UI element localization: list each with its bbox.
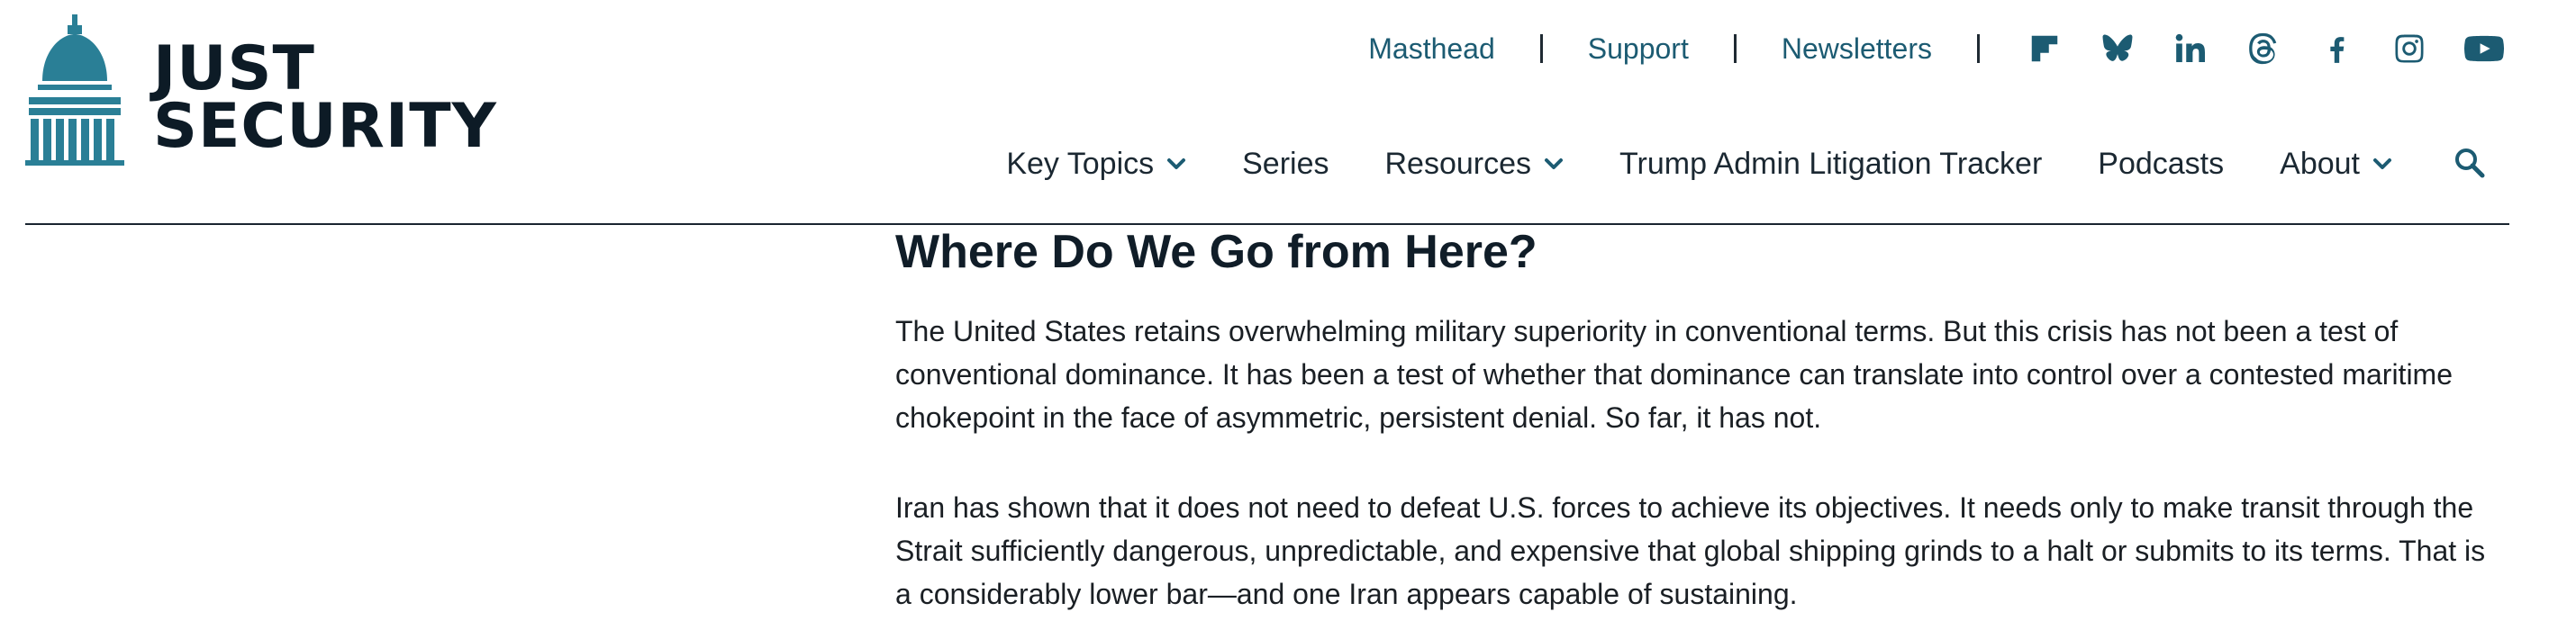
paragraph: The United States retains overwhelming m… [895, 315, 2453, 434]
logo-line-1: JUST [153, 33, 315, 104]
divider [1733, 34, 1737, 63]
search-button[interactable] [2452, 146, 2488, 182]
chevron-down-icon [2373, 158, 2391, 169]
bluesky-icon[interactable] [2098, 29, 2137, 68]
nav-litigation-tracker-label: Trump Admin Litigation Tracker [1619, 146, 2043, 181]
nav-series-label: Series [1242, 146, 1329, 181]
search-icon [2455, 148, 2485, 178]
social-links [2025, 29, 2506, 68]
paragraph: Iran has shown that it does not need to … [895, 491, 2486, 610]
nav-resources-label: Resources [1384, 146, 1532, 181]
main-nav: Key Topics Series Resources Trump Admin … [1006, 137, 2488, 191]
support-link[interactable]: Support [1588, 32, 1689, 66]
nav-series[interactable]: Series [1242, 147, 1329, 182]
section-heading: Where Do We Go from Here? [895, 226, 1537, 278]
logo-wordmark: JUST SECURITY [153, 33, 497, 162]
nav-key-topics[interactable]: Key Topics [1006, 147, 1186, 182]
nav-about-label: About [2280, 146, 2360, 181]
nav-podcasts-label: Podcasts [2098, 146, 2225, 181]
page: JUST SECURITY Masthead Support Newslette… [0, 0, 2576, 630]
youtube-icon[interactable] [2463, 29, 2506, 68]
nav-litigation-tracker[interactable]: Trump Admin Litigation Tracker [1619, 147, 2042, 182]
logo-line-2: SECURITY [153, 91, 497, 162]
linkedin-icon[interactable] [2171, 29, 2210, 68]
nav-about[interactable]: About [2280, 147, 2392, 182]
flipboard-icon[interactable] [2025, 29, 2064, 68]
site-logo[interactable]: JUST SECURITY [25, 14, 497, 166]
nav-resources[interactable]: Resources [1385, 147, 1565, 182]
chevron-down-icon [1545, 158, 1564, 169]
chevron-down-icon [1167, 158, 1186, 169]
divider [1539, 34, 1543, 63]
nav-key-topics-label: Key Topics [1006, 146, 1155, 181]
divider [1977, 34, 1980, 63]
threads-icon[interactable] [2244, 29, 2283, 68]
instagram-icon[interactable] [2390, 29, 2429, 68]
utility-nav: Masthead Support Newsletters [1368, 22, 2506, 76]
capitol-dome-icon [25, 14, 124, 166]
facebook-icon[interactable] [2317, 29, 2356, 68]
masthead-link[interactable]: Masthead [1368, 32, 1495, 66]
nav-podcasts[interactable]: Podcasts [2098, 147, 2224, 182]
newsletters-link[interactable]: Newsletters [1782, 32, 1932, 66]
